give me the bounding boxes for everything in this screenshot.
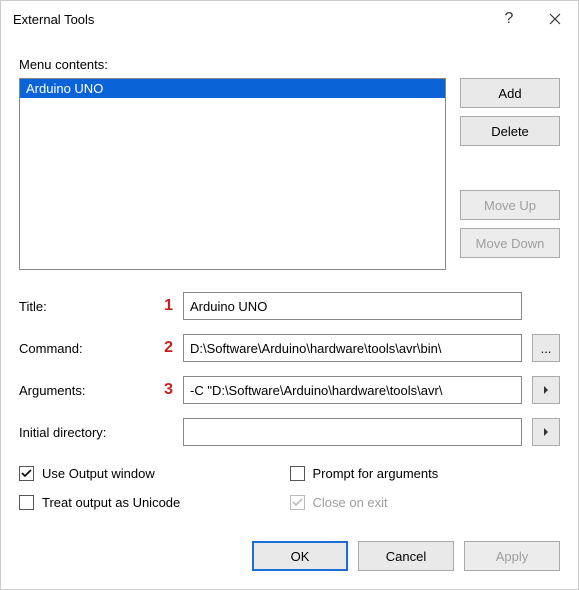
- checkbox-label: Use Output window: [42, 466, 155, 481]
- initial-dir-label: Initial directory:: [19, 425, 149, 440]
- checkbox-box: [290, 495, 305, 510]
- move-down-button: Move Down: [460, 228, 560, 258]
- command-browse-button[interactable]: ...: [532, 334, 560, 362]
- command-label: Command:: [19, 341, 149, 356]
- apply-button: Apply: [464, 541, 560, 571]
- command-row: Command: 2 ...: [19, 334, 560, 362]
- checkbox-box: [290, 466, 305, 481]
- initial-dir-field[interactable]: [183, 418, 522, 446]
- move-up-button: Move Up: [460, 190, 560, 220]
- command-field[interactable]: [183, 334, 522, 362]
- arrow-right-icon: [541, 427, 551, 437]
- check-icon: [21, 468, 32, 479]
- add-button[interactable]: Add: [460, 78, 560, 108]
- top-row: Arduino UNO Add Delete Move Up Move Down: [19, 78, 560, 270]
- initial-dir-row: Initial directory:: [19, 418, 560, 446]
- arrow-right-icon: [541, 385, 551, 395]
- content-area: Menu contents: Arduino UNO Add Delete Mo…: [1, 37, 578, 541]
- checkbox-section: Use Output window Prompt for arguments T…: [19, 466, 560, 510]
- checkbox-box: [19, 466, 34, 481]
- marker-2: 2: [159, 339, 173, 357]
- close-button[interactable]: [532, 1, 578, 37]
- help-icon: ?: [505, 10, 514, 28]
- titlebar: External Tools ?: [1, 1, 578, 37]
- checkbox-box: [19, 495, 34, 510]
- form-section: Title: 1 Command: 2 ... Arguments: 3: [19, 292, 560, 446]
- external-tools-dialog: External Tools ? Menu contents: Arduino …: [0, 0, 579, 590]
- close-exit-checkbox: Close on exit: [290, 495, 561, 510]
- check-icon: [292, 497, 303, 508]
- menu-contents-label: Menu contents:: [19, 57, 560, 72]
- cancel-button[interactable]: Cancel: [358, 541, 454, 571]
- marker-1: 1: [159, 297, 173, 315]
- checkbox-label: Close on exit: [313, 495, 388, 510]
- checkbox-label: Prompt for arguments: [313, 466, 439, 481]
- arguments-field[interactable]: [183, 376, 522, 404]
- initial-dir-menu-button[interactable]: [532, 418, 560, 446]
- close-icon: [548, 12, 562, 26]
- arguments-label: Arguments:: [19, 383, 149, 398]
- marker-3: 3: [159, 381, 173, 399]
- window-title: External Tools: [13, 12, 486, 27]
- prompt-args-checkbox[interactable]: Prompt for arguments: [290, 466, 561, 481]
- ok-button[interactable]: OK: [252, 541, 348, 571]
- footer-buttons: OK Cancel Apply: [1, 541, 578, 589]
- side-buttons: Add Delete Move Up Move Down: [460, 78, 560, 270]
- title-field[interactable]: [183, 292, 522, 320]
- delete-button[interactable]: Delete: [460, 116, 560, 146]
- list-item[interactable]: Arduino UNO: [20, 79, 445, 98]
- treat-unicode-checkbox[interactable]: Treat output as Unicode: [19, 495, 290, 510]
- help-button[interactable]: ?: [486, 1, 532, 37]
- ellipsis-icon: ...: [541, 341, 552, 356]
- arguments-row: Arguments: 3: [19, 376, 560, 404]
- menu-contents-list[interactable]: Arduino UNO: [19, 78, 446, 270]
- title-row: Title: 1: [19, 292, 560, 320]
- checkbox-label: Treat output as Unicode: [42, 495, 180, 510]
- use-output-checkbox[interactable]: Use Output window: [19, 466, 290, 481]
- title-label: Title:: [19, 299, 149, 314]
- arguments-menu-button[interactable]: [532, 376, 560, 404]
